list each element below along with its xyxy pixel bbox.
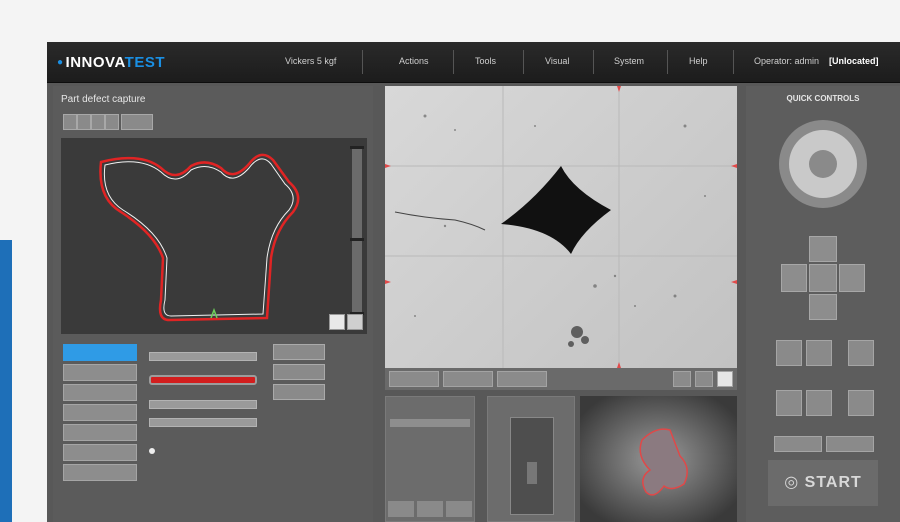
operator-label: Operator: admin bbox=[754, 56, 820, 66]
start-label: START bbox=[804, 474, 862, 491]
turret-subpanel bbox=[487, 396, 575, 522]
menu-visual[interactable]: Visual bbox=[545, 56, 569, 66]
auto-light-button[interactable] bbox=[826, 436, 874, 452]
parameter-field[interactable] bbox=[149, 418, 257, 427]
part-overview-camera[interactable] bbox=[580, 396, 737, 522]
menu-divider bbox=[667, 50, 668, 74]
turret-indicator bbox=[510, 417, 554, 515]
camera-tool-button[interactable] bbox=[443, 371, 493, 387]
location-status: [Unlocated] bbox=[829, 56, 879, 66]
list-item[interactable] bbox=[63, 384, 137, 401]
turret-position bbox=[527, 462, 537, 484]
scroll-thumb[interactable] bbox=[350, 146, 364, 149]
parameter-field[interactable] bbox=[149, 352, 257, 361]
jog-down-button[interactable] bbox=[809, 294, 837, 320]
menu-help[interactable]: Help bbox=[689, 56, 708, 66]
view-toggle-button[interactable] bbox=[329, 314, 345, 330]
reset-view-button[interactable] bbox=[121, 114, 153, 130]
subpanel-button[interactable] bbox=[417, 501, 443, 517]
depth-scrollbar[interactable] bbox=[350, 146, 364, 318]
mode-list bbox=[63, 344, 137, 484]
side-action-button[interactable] bbox=[273, 364, 325, 380]
measure-button[interactable] bbox=[806, 390, 832, 416]
pan-button[interactable] bbox=[105, 114, 119, 130]
part-outline bbox=[99, 153, 300, 322]
start-icon: ◎ bbox=[784, 474, 800, 491]
view-option-button[interactable] bbox=[347, 314, 363, 330]
parameter-field[interactable] bbox=[149, 400, 257, 409]
logo-text-prefix: INNOVA bbox=[65, 54, 125, 71]
start-button[interactable]: ◎ START bbox=[768, 460, 878, 506]
fit-view-button[interactable] bbox=[91, 114, 105, 130]
menu-tools[interactable]: Tools bbox=[475, 56, 496, 66]
quick-controls-panel: QUICK CONTROLS ◎ START bbox=[746, 86, 900, 522]
settings-button[interactable] bbox=[848, 390, 874, 416]
quick-controls-title: QUICK CONTROLS bbox=[786, 94, 860, 103]
camera-toolbar bbox=[385, 368, 737, 390]
zoom-in-button[interactable] bbox=[63, 114, 77, 130]
subpanel-button[interactable] bbox=[446, 501, 472, 517]
option-radio[interactable] bbox=[149, 448, 155, 454]
page-side-accent bbox=[0, 240, 12, 522]
camera-tool-button[interactable] bbox=[673, 371, 691, 387]
scroll-thumb[interactable] bbox=[350, 238, 364, 241]
menu-divider bbox=[733, 50, 734, 74]
camera-tool-button[interactable] bbox=[497, 371, 547, 387]
test-method-title: Vickers 5 kgf bbox=[285, 56, 337, 66]
list-item[interactable] bbox=[63, 344, 137, 361]
indent-button[interactable] bbox=[776, 390, 802, 416]
jog-up-button[interactable] bbox=[809, 236, 837, 262]
camera-tool-button[interactable] bbox=[389, 371, 439, 387]
auto-focus-button[interactable] bbox=[774, 436, 822, 452]
side-action-button[interactable] bbox=[273, 384, 325, 400]
list-item[interactable] bbox=[63, 424, 137, 441]
light-button[interactable] bbox=[848, 340, 874, 366]
menu-divider bbox=[523, 50, 524, 74]
subpanel-button[interactable] bbox=[388, 501, 414, 517]
objective-button[interactable] bbox=[806, 340, 832, 366]
list-item[interactable] bbox=[63, 364, 137, 381]
subpanel-field[interactable] bbox=[390, 419, 470, 427]
menu-divider bbox=[453, 50, 454, 74]
panel-title: Part defect capture bbox=[61, 94, 146, 105]
menu-system[interactable]: System bbox=[614, 56, 644, 66]
camera-grid bbox=[385, 86, 737, 368]
jog-left-button[interactable] bbox=[781, 264, 807, 292]
profile-panel: Part defect capture bbox=[53, 86, 373, 522]
menu-divider bbox=[362, 50, 363, 74]
objective-button[interactable] bbox=[776, 340, 802, 366]
microscope-camera-view[interactable] bbox=[385, 86, 737, 368]
jog-center-button[interactable] bbox=[809, 264, 837, 292]
menu-actions[interactable]: Actions bbox=[399, 56, 429, 66]
top-bar: ● INNOVATEST Vickers 5 kgf Actions Tools … bbox=[47, 42, 900, 83]
list-item[interactable] bbox=[63, 404, 137, 421]
app-window: ● INNOVATEST Vickers 5 kgf Actions Tools … bbox=[47, 42, 900, 522]
innovatest-logo: ● INNOVATEST bbox=[57, 54, 165, 71]
focus-dial-center[interactable] bbox=[809, 150, 837, 178]
overview-image bbox=[580, 396, 737, 522]
alert-level-bar bbox=[149, 375, 257, 385]
list-item[interactable] bbox=[63, 464, 137, 481]
zoom-out-button[interactable] bbox=[77, 114, 91, 130]
part-profile-view[interactable] bbox=[61, 138, 367, 334]
logo-text-suffix: TEST bbox=[124, 54, 166, 71]
camera-tool-button[interactable] bbox=[717, 371, 733, 387]
jog-right-button[interactable] bbox=[839, 264, 865, 292]
side-action-button[interactable] bbox=[273, 344, 325, 360]
camera-tool-button[interactable] bbox=[695, 371, 713, 387]
menu-divider bbox=[593, 50, 594, 74]
measurement-subpanel bbox=[385, 396, 475, 522]
list-item[interactable] bbox=[63, 444, 137, 461]
logo-dot-icon: ● bbox=[57, 57, 64, 68]
